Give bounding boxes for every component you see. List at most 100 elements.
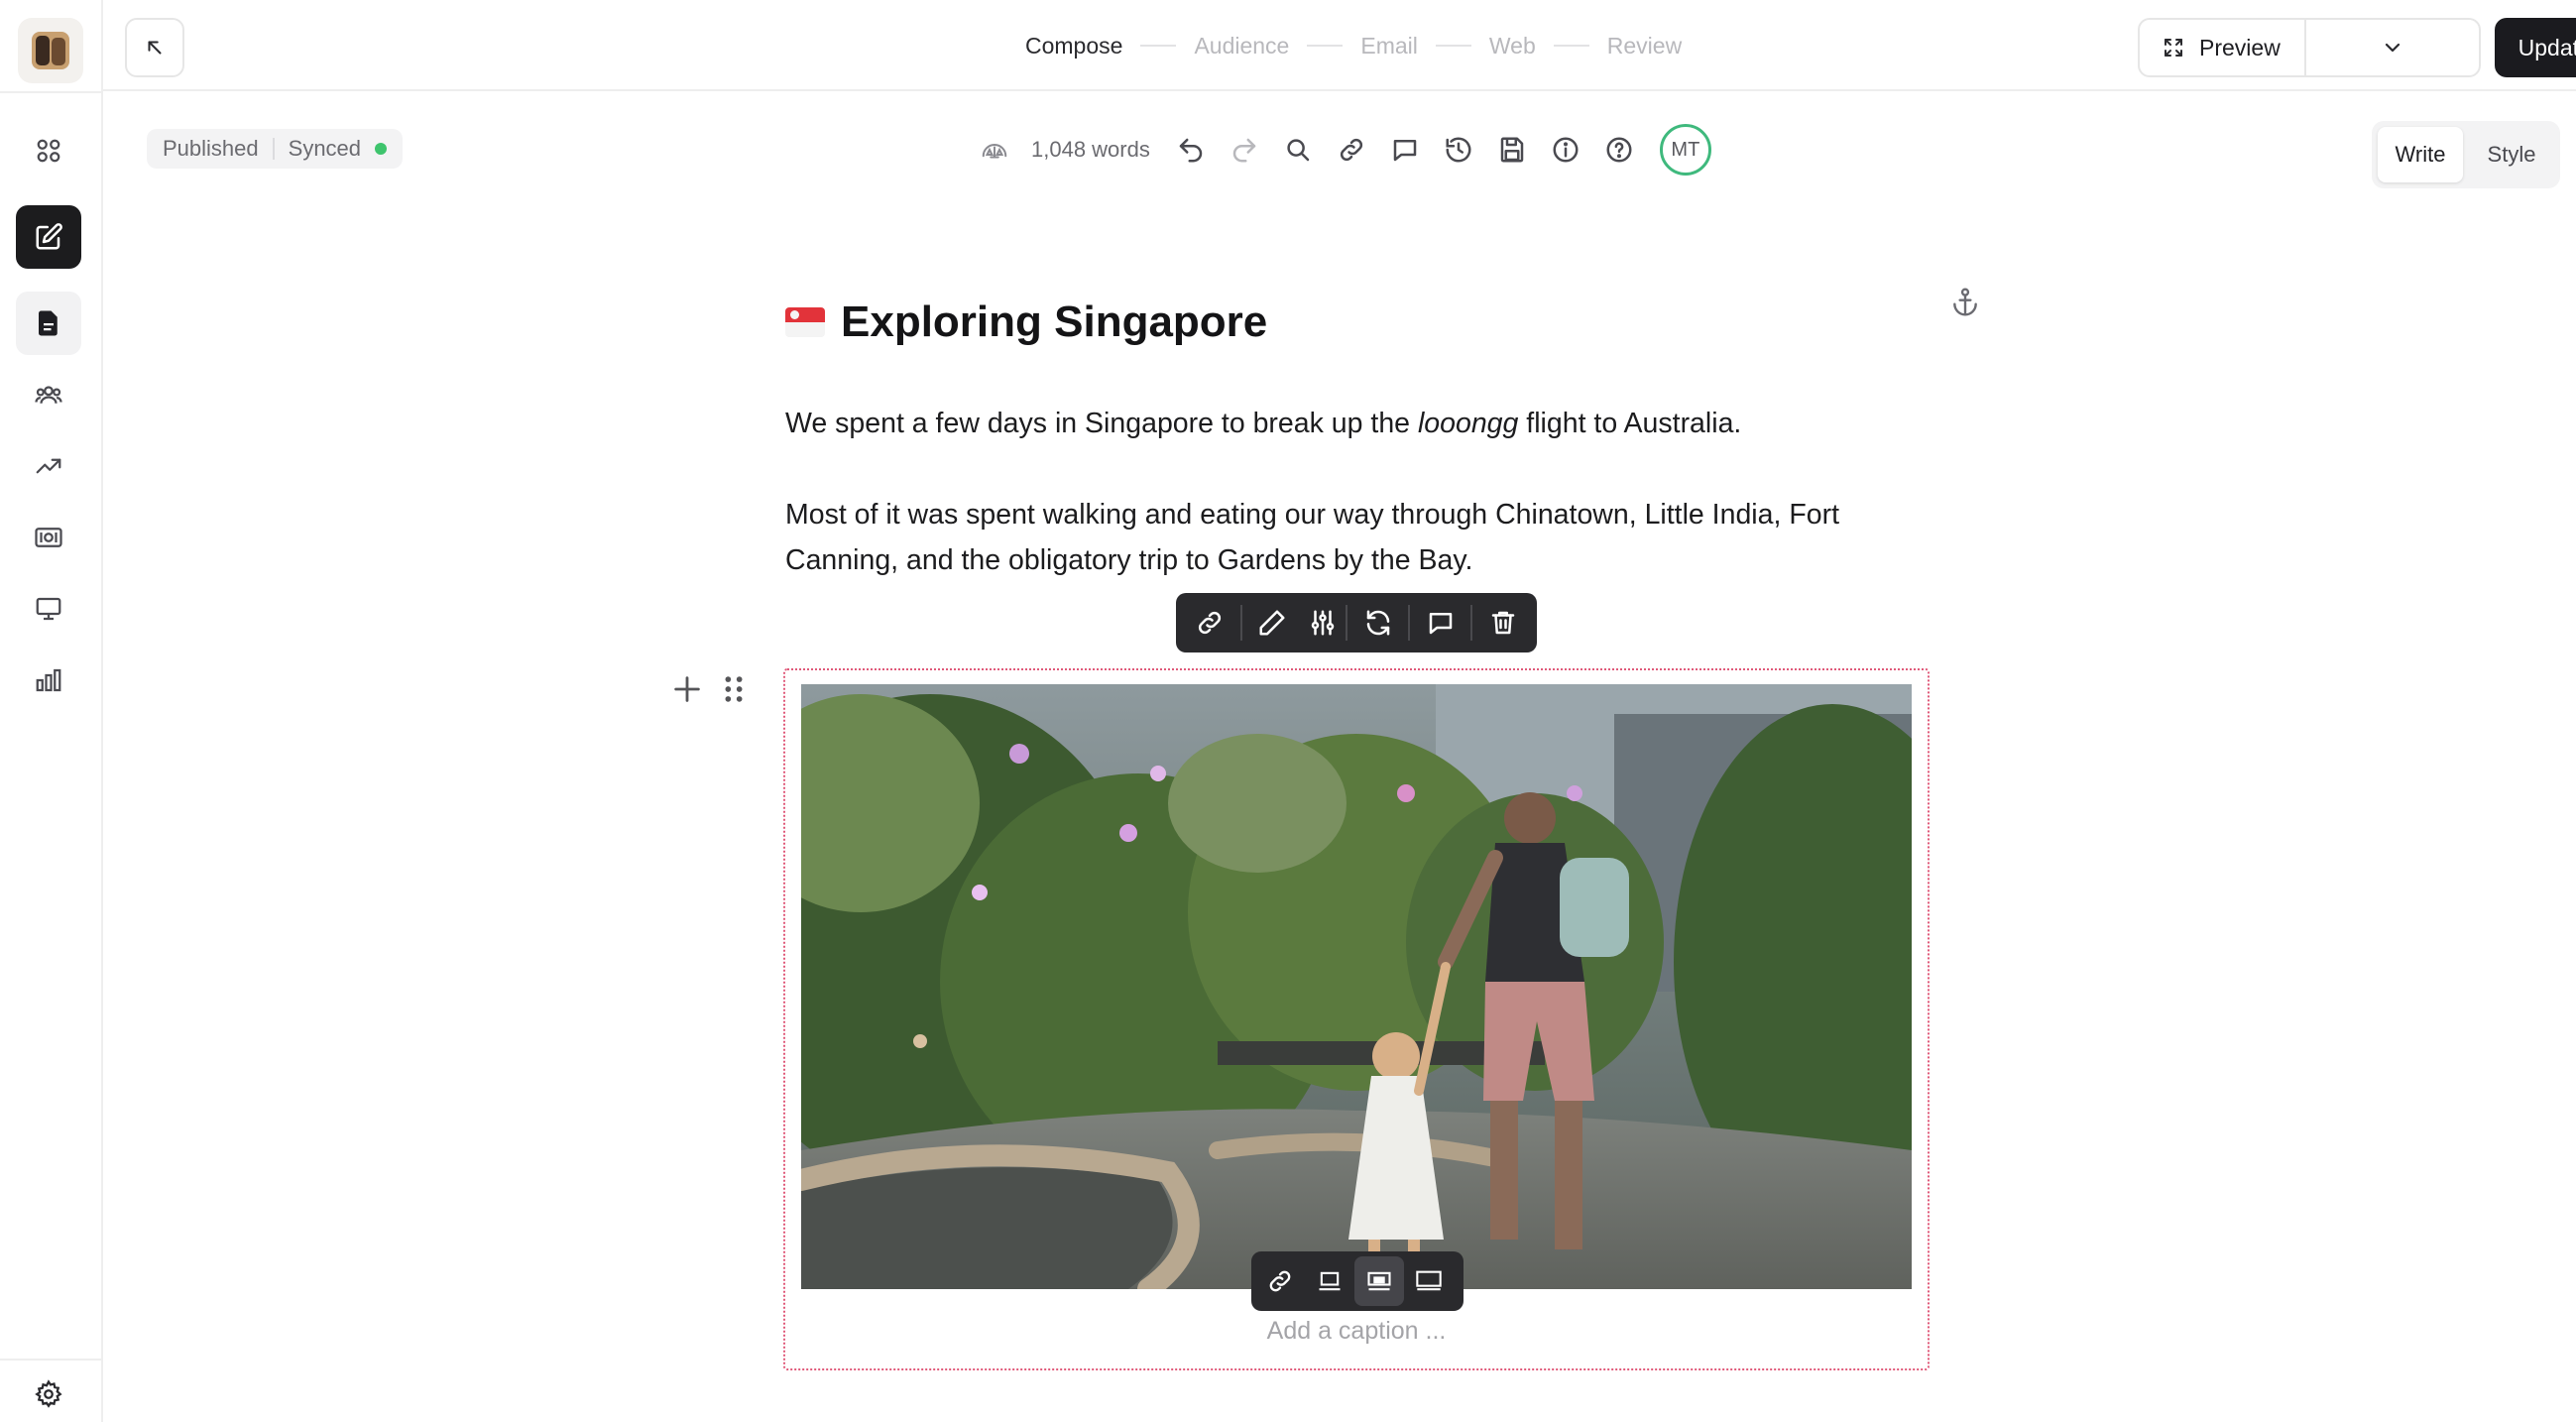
singapore-flag-icon (785, 307, 825, 337)
info-button[interactable] (1539, 123, 1592, 177)
left-sidebar (0, 0, 103, 1422)
sidebar-bottom-divider (0, 1359, 103, 1361)
photo-illustration (801, 684, 1912, 1289)
preview-options-dropdown[interactable] (2306, 20, 2479, 75)
step-email[interactable]: Email (1360, 33, 1418, 59)
edit-icon (36, 223, 62, 250)
collaborator-avatar[interactable]: MT (1659, 124, 1711, 176)
preview-button[interactable]: Preview (2140, 20, 2306, 75)
italic-text: looongg (1417, 408, 1519, 439)
image-delete-button[interactable] (1474, 593, 1531, 652)
preview-button-group: Preview (2138, 18, 2481, 77)
update-web-button[interactable]: Update web (2495, 18, 2576, 77)
write-style-toggle: Write Style (2372, 121, 2560, 188)
garden-photo[interactable] (801, 684, 1912, 1289)
help-button[interactable] (1592, 123, 1646, 177)
link-icon (1269, 1270, 1291, 1292)
image-link-button[interactable] (1182, 593, 1238, 652)
synced-indicator-dot (375, 143, 388, 155)
trending-up-icon (36, 458, 61, 474)
sidebar-item-dashboard[interactable] (16, 119, 81, 182)
back-button[interactable] (125, 18, 184, 77)
anchor-icon[interactable] (1949, 286, 1981, 317)
synced-label: Synced (288, 136, 362, 161)
step-web[interactable]: Web (1489, 33, 1536, 59)
paragraph-text: We spent a few days in Singapore to brea… (785, 408, 1418, 439)
paragraph-text: flight to Australia. (1518, 408, 1742, 439)
document-title[interactable]: Exploring Singapore (785, 297, 1267, 347)
sidebar-item-growth[interactable] (16, 434, 81, 498)
help-icon (1606, 137, 1632, 163)
style-mode-tab[interactable]: Style (2469, 127, 2554, 182)
write-mode-tab[interactable]: Write (2378, 127, 2463, 182)
width-wide-icon (1367, 1271, 1391, 1291)
workspace-avatar[interactable] (18, 18, 83, 83)
paragraph-details[interactable]: Most of it was spent walking and eating … (785, 492, 1906, 583)
paragraph-intro[interactable]: We spent a few days in Singapore to brea… (785, 401, 1975, 446)
published-label: Published (163, 136, 259, 161)
sliders-icon (1311, 610, 1334, 636)
step-connector (1307, 45, 1344, 47)
image-edit-button[interactable] (1244, 593, 1301, 652)
sidebar-item-website[interactable] (16, 577, 81, 641)
status-separator (272, 138, 275, 160)
preview-label: Preview (2199, 34, 2281, 60)
history-button[interactable] (1432, 123, 1485, 177)
step-audience[interactable]: Audience (1194, 33, 1289, 59)
image-width-normal-button[interactable] (1305, 1256, 1354, 1306)
sidebar-item-monetization[interactable] (16, 506, 81, 569)
info-icon (1553, 137, 1579, 163)
drag-handle-icon[interactable] (720, 672, 748, 706)
save-icon (1500, 137, 1524, 163)
image-size-toolbar (1251, 1251, 1464, 1311)
readability-gauge-button[interactable] (968, 123, 1021, 177)
money-icon (35, 528, 62, 547)
settings-icon (35, 1379, 62, 1408)
step-review[interactable]: Review (1607, 33, 1682, 59)
sidebar-item-analytics[interactable] (16, 649, 81, 712)
image-caption-input[interactable]: Add a caption ... (801, 1317, 1912, 1346)
toolbar-separator (1470, 605, 1473, 641)
toolbar-separator (1346, 605, 1348, 641)
step-compose[interactable]: Compose (1025, 33, 1122, 59)
search-button[interactable] (1271, 123, 1325, 177)
link-button[interactable] (1325, 123, 1378, 177)
link-icon (1199, 611, 1222, 635)
redo-button[interactable] (1218, 123, 1271, 177)
image-width-wide-button[interactable] (1354, 1256, 1404, 1306)
comments-button[interactable] (1378, 123, 1432, 177)
undo-button[interactable] (1164, 123, 1218, 177)
width-full-icon (1416, 1270, 1442, 1291)
add-block-plus-icon[interactable] (670, 672, 704, 706)
width-normal-icon (1319, 1271, 1341, 1291)
image-size-link-button[interactable] (1255, 1256, 1305, 1306)
link-icon (1340, 138, 1362, 162)
arrow-up-left-icon (148, 41, 162, 55)
search-icon (1287, 139, 1310, 162)
sidebar-item-audience[interactable] (16, 363, 81, 426)
image-replace-button[interactable] (1349, 593, 1406, 652)
image-width-full-button[interactable] (1404, 1256, 1454, 1306)
pencil-icon (1259, 610, 1285, 636)
gauge-scale-icon (982, 144, 1007, 159)
refresh-icon (1366, 610, 1390, 636)
title-text: Exploring Singapore (841, 297, 1268, 346)
step-connector (1435, 45, 1471, 47)
toolbar-separator (1239, 605, 1242, 641)
sidebar-item-settings[interactable] (16, 1370, 81, 1418)
trash-icon (1491, 611, 1514, 635)
sidebar-item-posts[interactable] (16, 292, 81, 355)
dashboard-grid-icon (37, 139, 60, 163)
toolbar-separator (1408, 605, 1411, 641)
editor-toolbar: 1,048 words MT (968, 123, 1711, 177)
image-comment-button[interactable] (1412, 593, 1468, 652)
monitor-icon (36, 597, 61, 621)
image-adjust-button[interactable] (1301, 593, 1345, 652)
redo-icon (1232, 138, 1256, 163)
chevron-down-icon (2385, 43, 2400, 53)
step-connector (1553, 45, 1589, 47)
sidebar-divider (0, 91, 103, 93)
sidebar-item-compose[interactable] (16, 205, 81, 269)
comment-icon (1429, 613, 1452, 635)
save-button[interactable] (1485, 123, 1539, 177)
